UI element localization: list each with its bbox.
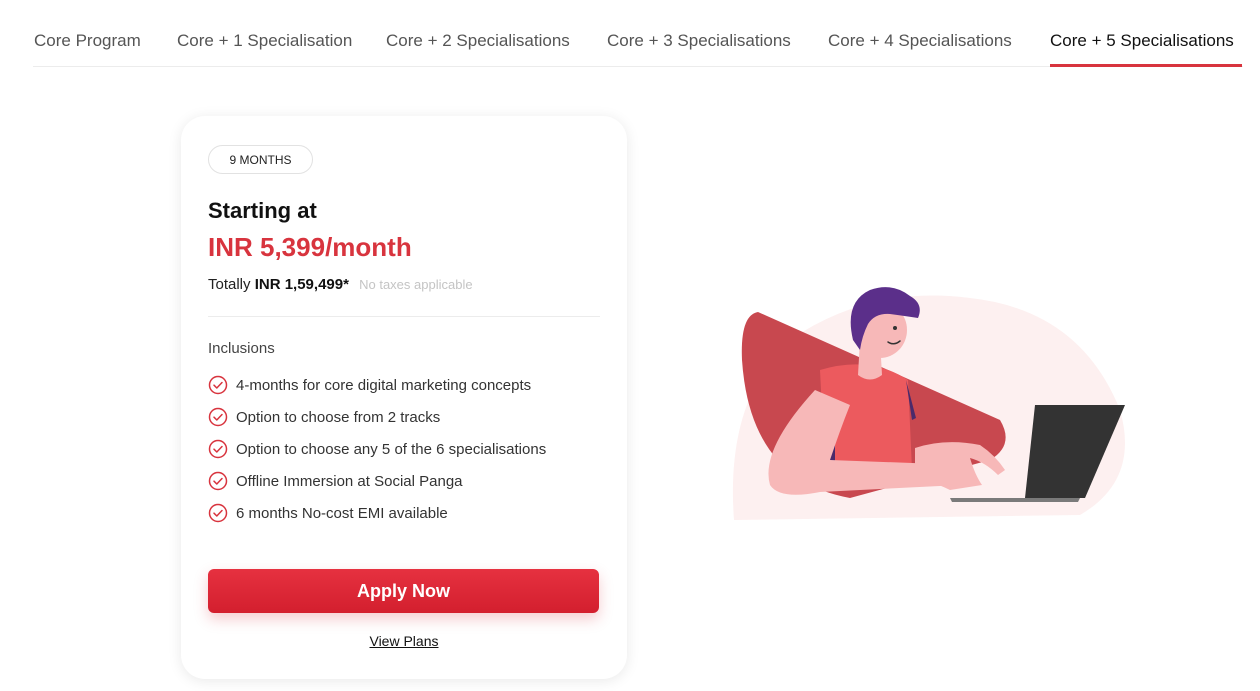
inclusion-item: 6 months No-cost EMI available: [208, 497, 546, 529]
tab-core-plus-5[interactable]: Core + 5 Specialisations: [1050, 31, 1234, 51]
laptop-base: [950, 498, 1080, 502]
tab-core-plus-3[interactable]: Core + 3 Specialisations: [607, 31, 791, 51]
monthly-price: INR 5,399/month: [208, 232, 412, 262]
tab-core-plus-1[interactable]: Core + 1 Specialisation: [177, 31, 352, 51]
check-circle-icon: [208, 375, 228, 395]
inclusion-text: 4-months for core digital marketing conc…: [236, 376, 532, 394]
view-plans-link[interactable]: View Plans: [181, 633, 627, 649]
starting-at-label: Starting at: [208, 198, 317, 223]
check-circle-icon: [208, 439, 228, 459]
inclusion-text: Option to choose any 5 of the 6 speciali…: [236, 440, 547, 458]
total-amount: INR 1,59,499*: [254, 276, 349, 293]
tab-core-plus-2[interactable]: Core + 2 Specialisations: [386, 31, 570, 51]
check-circle-icon: [208, 503, 228, 523]
duration-badge: 9 MONTHS: [208, 145, 313, 174]
pricing-card: 9 MONTHS Starting at INR 5,399/month Tot…: [181, 116, 627, 679]
program-tabs: Core Program Core + 1 Specialisation Cor…: [33, 0, 1243, 67]
person-eye: [893, 326, 897, 330]
inclusions-title: Inclusions: [208, 340, 275, 357]
inclusions-list: 4-months for core digital marketing conc…: [208, 369, 546, 529]
tab-core-plus-4[interactable]: Core + 4 Specialisations: [828, 31, 1012, 51]
inclusion-item: Option to choose from 2 tracks: [208, 401, 546, 433]
check-circle-icon: [208, 471, 228, 491]
inclusion-text: 6 months No-cost EMI available: [236, 504, 448, 522]
inclusion-item: 4-months for core digital marketing conc…: [208, 369, 546, 401]
tax-note: No taxes applicable: [359, 277, 473, 292]
person-typing-on-laptop-illustration: [732, 287, 1125, 520]
active-tab-indicator: [1050, 64, 1242, 67]
total-price-line: Totally INR 1,59,499* No taxes applicabl…: [208, 276, 473, 293]
apply-now-button[interactable]: Apply Now: [208, 569, 599, 613]
inclusion-item: Offline Immersion at Social Panga: [208, 465, 546, 497]
inclusion-text: Offline Immersion at Social Panga: [236, 472, 463, 490]
inclusion-item: Option to choose any 5 of the 6 speciali…: [208, 433, 546, 465]
total-prefix: Totally: [208, 276, 251, 293]
tab-core-program[interactable]: Core Program: [34, 31, 141, 51]
divider: [208, 316, 600, 317]
check-circle-icon: [208, 407, 228, 427]
inclusion-text: Option to choose from 2 tracks: [236, 408, 441, 426]
